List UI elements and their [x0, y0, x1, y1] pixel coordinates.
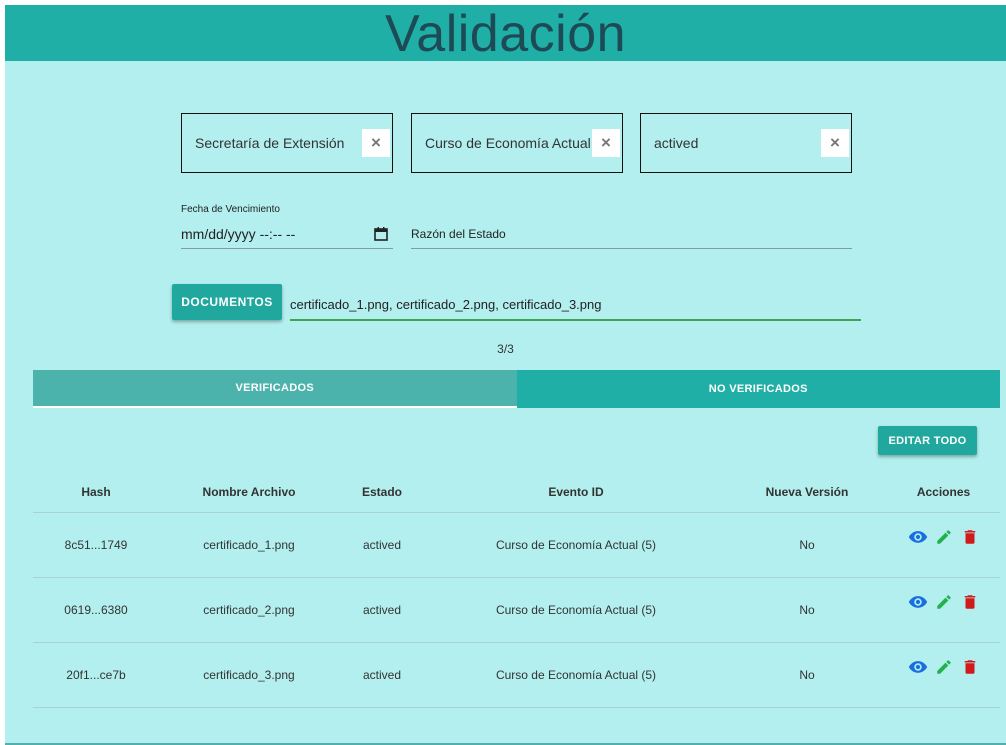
cell-new-version: No	[799, 668, 815, 682]
eye-icon[interactable]	[907, 591, 929, 613]
tab-no-verificados[interactable]: NO VERIFICADOS	[516, 370, 1000, 408]
trash-icon[interactable]	[959, 591, 981, 613]
chip-label: actived	[654, 135, 699, 151]
pencil-icon[interactable]	[933, 591, 955, 613]
filter-chip-estado[interactable]: actived ×	[640, 113, 852, 173]
cell-status: actived	[362, 538, 402, 552]
filter-chip-secretaria[interactable]: Secretaría de Extensión ×	[181, 113, 393, 173]
chip-label: Curso de Economía Actual	[425, 135, 591, 151]
cell-file: certificado_1.png	[203, 538, 295, 552]
expiry-date-value: mm/dd/yyyy --:-- --	[181, 225, 296, 242]
app-frame: Validación Secretaría de Extensión × Cur…	[5, 5, 1006, 745]
documents-button[interactable]: DOCUMENTOS	[172, 284, 282, 320]
cell-hash: 0619...6380	[64, 603, 128, 617]
calendar-icon[interactable]	[373, 226, 389, 242]
page-header: Validación	[5, 5, 1006, 63]
pencil-icon[interactable]	[933, 526, 955, 548]
status-reason-input[interactable]: Razón del Estado	[411, 219, 852, 249]
documents-table: Hash Nombre Archivo Estado Evento ID Nue…	[33, 471, 1000, 708]
file-count: 3/3	[497, 342, 514, 356]
eye-icon[interactable]	[907, 526, 929, 548]
column-header-new-version: Nueva Versión	[765, 484, 849, 499]
expiry-date-label: Fecha de Vencimiento	[181, 204, 280, 215]
cell-hash: 20f1...ce7b	[66, 668, 126, 682]
row-actions	[887, 578, 1000, 613]
chip-label: Secretaría de Extensión	[195, 135, 345, 151]
row-actions	[887, 513, 1000, 548]
table-row: 8c51...1749 certificado_1.png actived Cu…	[33, 513, 1000, 578]
column-header-hash: Hash	[81, 484, 111, 499]
tab-verificados[interactable]: VERIFICADOS	[33, 370, 517, 408]
column-header-actions: Acciones	[916, 484, 971, 499]
page-title: Validación	[384, 5, 627, 63]
table-row: 20f1...ce7b certificado_3.png actived Cu…	[33, 643, 1000, 708]
pencil-icon[interactable]	[933, 656, 955, 678]
table-header: Hash Nombre Archivo Estado Evento ID Nue…	[33, 471, 1000, 513]
cell-status: actived	[362, 668, 402, 682]
close-icon[interactable]: ×	[362, 129, 390, 157]
cell-file: certificado_2.png	[203, 603, 295, 617]
cell-new-version: No	[799, 538, 815, 552]
column-header-event: Evento ID	[548, 484, 604, 499]
cell-new-version: No	[799, 603, 815, 617]
cell-hash: 8c51...1749	[64, 538, 128, 552]
edit-all-button[interactable]: EDITAR TODO	[878, 426, 977, 455]
cell-event: Curso de Economía Actual (5)	[495, 668, 657, 682]
table-row: 0619...6380 certificado_2.png actived Cu…	[33, 578, 1000, 643]
files-input[interactable]: certificado_1.png, certificado_2.png, ce…	[290, 289, 861, 321]
tab-bar: VERIFICADOS NO VERIFICADOS	[33, 370, 1000, 408]
close-icon[interactable]: ×	[592, 129, 620, 157]
cell-file: certificado_3.png	[203, 668, 295, 682]
status-reason-label: Razón del Estado	[411, 226, 506, 241]
cell-status: actived	[362, 603, 402, 617]
trash-icon[interactable]	[959, 656, 981, 678]
expiry-date-input[interactable]: mm/dd/yyyy --:-- --	[181, 219, 393, 249]
cell-event: Curso de Economía Actual (5)	[495, 538, 657, 552]
close-icon[interactable]: ×	[821, 129, 849, 157]
trash-icon[interactable]	[959, 526, 981, 548]
filter-chip-curso[interactable]: Curso de Economía Actual ×	[411, 113, 623, 173]
cell-event: Curso de Economía Actual (5)	[495, 603, 657, 617]
row-actions	[887, 643, 1000, 678]
files-value: certificado_1.png, certificado_2.png, ce…	[290, 296, 602, 312]
eye-icon[interactable]	[907, 656, 929, 678]
column-header-file: Nombre Archivo	[202, 484, 296, 499]
column-header-status: Estado	[361, 484, 402, 499]
